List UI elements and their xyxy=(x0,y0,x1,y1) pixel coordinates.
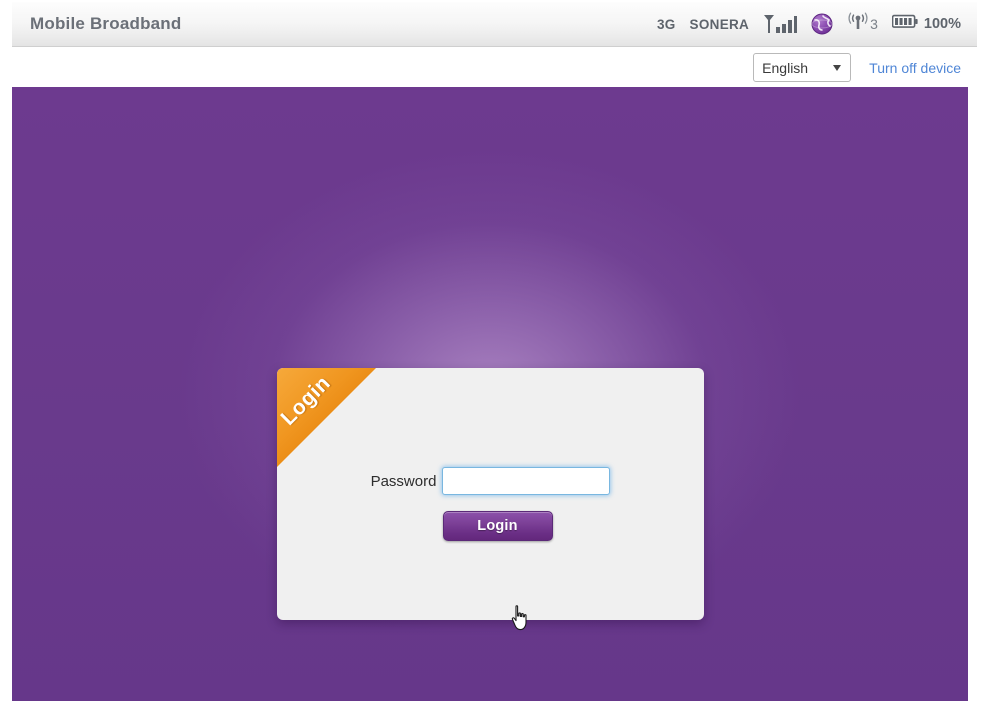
ribbon-triangle xyxy=(277,368,376,467)
password-label: Password xyxy=(370,472,437,490)
login-button[interactable]: Login xyxy=(442,511,553,541)
app-window: Mobile Broadband 3G SONERA 3 100% Englis… xyxy=(0,0,989,701)
antenna-broadcast-icon xyxy=(847,11,869,37)
login-stage: Login Password Login xyxy=(12,87,968,701)
globe-icon xyxy=(811,13,833,35)
status-bar: 3G SONERA 3 100% xyxy=(657,11,961,37)
battery-level-label: 100% xyxy=(923,16,961,32)
password-input[interactable] xyxy=(442,467,611,495)
network-type-label: 3G xyxy=(656,16,676,32)
battery-icon xyxy=(891,14,918,34)
language-select-value: English xyxy=(762,59,809,76)
connected-devices-count: 3 xyxy=(870,16,878,32)
language-select[interactable]: English xyxy=(753,53,852,82)
chevron-down-icon xyxy=(833,64,842,71)
login-ribbon: Login xyxy=(277,368,376,467)
connected-devices-indicator: 3 xyxy=(847,11,878,37)
battery-indicator: 100% xyxy=(891,14,961,34)
secondary-toolbar: English Turn off device xyxy=(12,48,977,87)
header-bar: Mobile Broadband 3G SONERA 3 100% xyxy=(12,2,977,47)
password-row: Password xyxy=(277,467,704,495)
signal-bars-icon xyxy=(763,14,798,34)
carrier-name-label: SONERA xyxy=(689,16,750,32)
page-title: Mobile Broadband xyxy=(30,14,182,33)
login-card: Login Password Login xyxy=(277,368,704,620)
turn-off-device-link[interactable]: Turn off device xyxy=(869,60,961,76)
login-button-row: Login xyxy=(277,511,704,541)
